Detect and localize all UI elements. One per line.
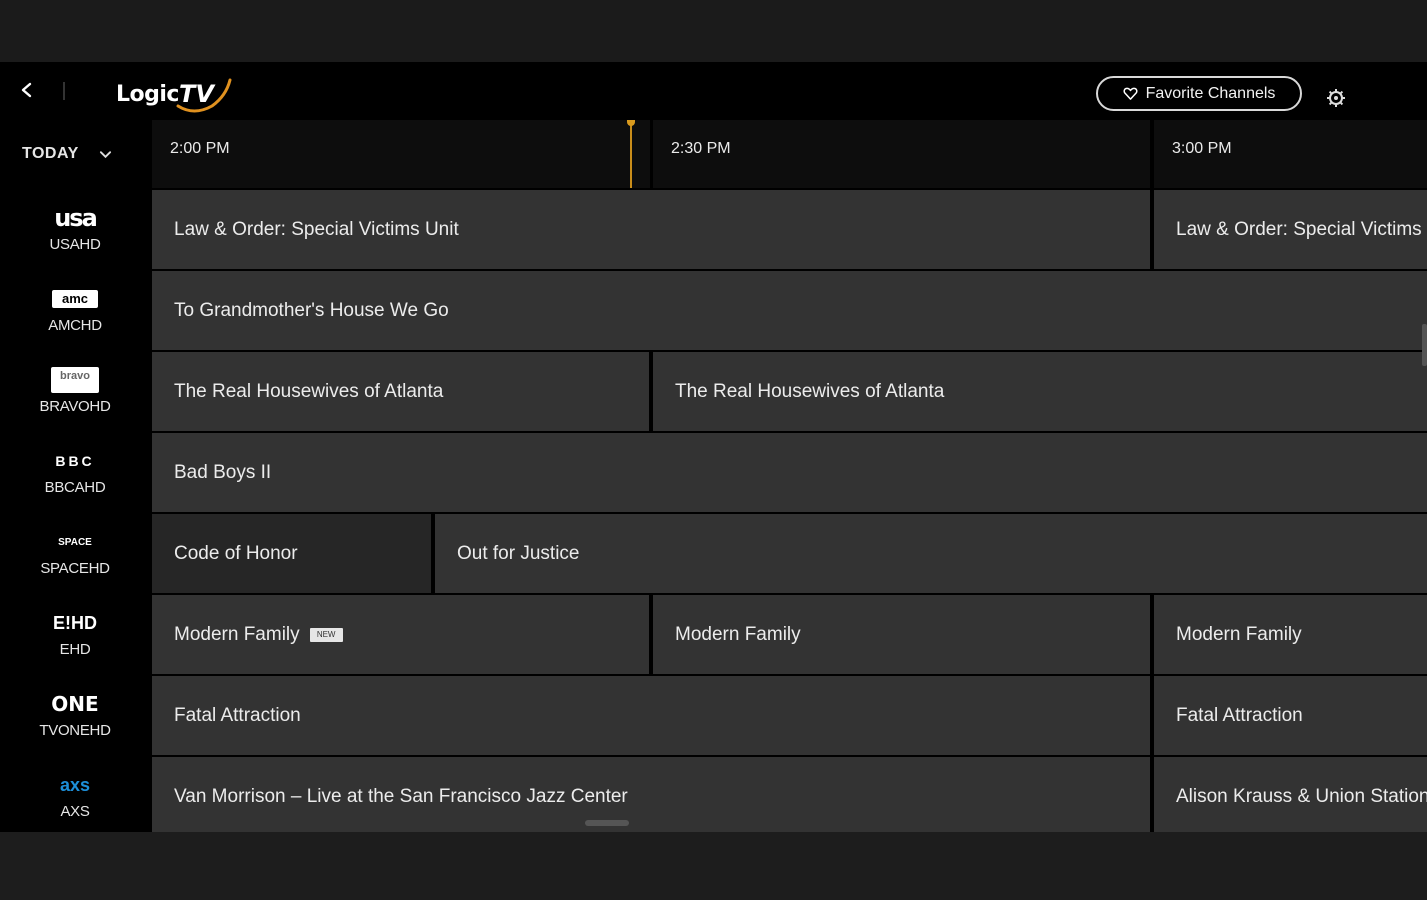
chevron-left-icon [21,82,32,98]
channel-amchd[interactable]: amc AMCHD [0,269,150,350]
channel-logo-amc: amc [52,285,98,313]
logo-swoosh-icon [176,78,232,113]
program-row: Modern Family NEW Modern Family Modern F… [152,595,1427,674]
channel-tvonehd[interactable]: ONE TVONEHD [0,674,150,755]
program-row: The Real Housewives of Atlanta The Real … [152,352,1427,431]
program-cell[interactable]: Modern Family NEW [152,595,649,674]
program-cell[interactable]: Out for Justice [435,514,1427,593]
channel-logo-bravo: bravo [51,366,99,394]
vertical-scrollbar[interactable] [585,820,629,826]
program-row: Law & Order: Special Victims Unit Law & … [152,190,1427,269]
tv-guide-app: Logic TV Favorite Channels TODAY usa USA… [0,62,1427,832]
day-selector-label: TODAY [22,145,79,162]
channel-name: BRAVOHD [39,398,111,415]
channel-bravohd[interactable]: bravo BRAVOHD [0,350,150,431]
program-cell[interactable]: Law & Order: Special Victims Unit [1154,190,1427,269]
time-slot: 3:00 PM [1154,120,1427,188]
new-badge: NEW [309,627,343,642]
header: Logic TV Favorite Channels [0,62,1427,120]
logo-text: Logic [116,81,179,107]
day-selector[interactable]: TODAY [0,120,150,188]
now-indicator [630,120,632,188]
program-title: Modern Family [174,623,300,645]
heart-icon [1123,87,1138,100]
chevron-down-icon [99,150,111,158]
program-cell[interactable]: To Grandmother's House We Go [152,271,1427,350]
channel-logo-space: SPACE [58,536,92,548]
program-cell[interactable]: Fatal Attraction [152,676,1150,755]
program-cell[interactable]: Code of Honor [152,514,431,593]
header-divider [63,82,65,100]
channel-name: USAHD [49,236,101,253]
program-row: To Grandmother's House We Go [152,271,1427,350]
channel-name: AMCHD [48,317,102,334]
program-row: Van Morrison – Live at the San Francisco… [152,757,1427,832]
program-grid: 2:00 PM 2:30 PM 3:00 PM Law & Order: Spe… [152,120,1427,832]
program-cell[interactable]: Modern Family [1154,595,1427,674]
navigation-bar-area [0,832,1427,900]
program-row: Fatal Attraction Fatal Attraction [152,676,1427,755]
favorite-channels-label: Favorite Channels [1145,84,1276,102]
back-button[interactable] [14,76,40,104]
time-slot: 2:30 PM [653,120,1150,188]
channel-logo-bbc: BBC [55,453,95,469]
program-cell[interactable]: Modern Family [653,595,1150,674]
channel-axs[interactable]: axs AXS [0,755,150,832]
channel-sidebar: TODAY usa USAHD amc AMCHD bravo BRAVOHD … [0,120,150,832]
channel-logo-axs: axs [59,774,91,795]
program-row: Bad Boys II [152,433,1427,512]
program-cell[interactable]: Alison Krauss & Union Station [1154,757,1427,832]
favorite-channels-button[interactable]: Favorite Channels [1096,76,1302,111]
program-cell[interactable]: Fatal Attraction [1154,676,1427,755]
program-row: Code of Honor Out for Justice [152,514,1427,593]
channel-name: AXS [60,803,90,820]
settings-icon[interactable] [1324,86,1348,110]
time-bar: 2:00 PM 2:30 PM 3:00 PM [152,120,1427,188]
channel-name: SPACEHD [40,560,110,577]
channel-name: TVONEHD [39,722,111,739]
channel-ehd[interactable]: E!HD EHD [0,593,150,674]
channel-logo-usa: usa [54,204,98,232]
channel-name: BBCAHD [44,479,106,496]
channel-spacehd[interactable]: SPACE SPACEHD [0,512,150,593]
channel-name: EHD [59,641,91,658]
channel-usahd[interactable]: usa USAHD [0,188,150,269]
horizontal-scroll-edge[interactable] [1422,324,1427,366]
program-cell[interactable]: Law & Order: Special Victims Unit [152,190,1150,269]
program-cell[interactable]: The Real Housewives of Atlanta [152,352,649,431]
channel-logo-one: ONE [51,692,99,716]
channel-logo-e: E!HD [53,612,97,633]
program-cell[interactable]: Bad Boys II [152,433,1427,512]
status-bar-area [0,0,1427,62]
time-slot: 2:00 PM [152,120,650,188]
program-cell[interactable]: Van Morrison – Live at the San Francisco… [152,757,1150,832]
program-cell[interactable]: The Real Housewives of Atlanta [653,352,1427,431]
channel-bbcahd[interactable]: BBC BBCAHD [0,431,150,512]
